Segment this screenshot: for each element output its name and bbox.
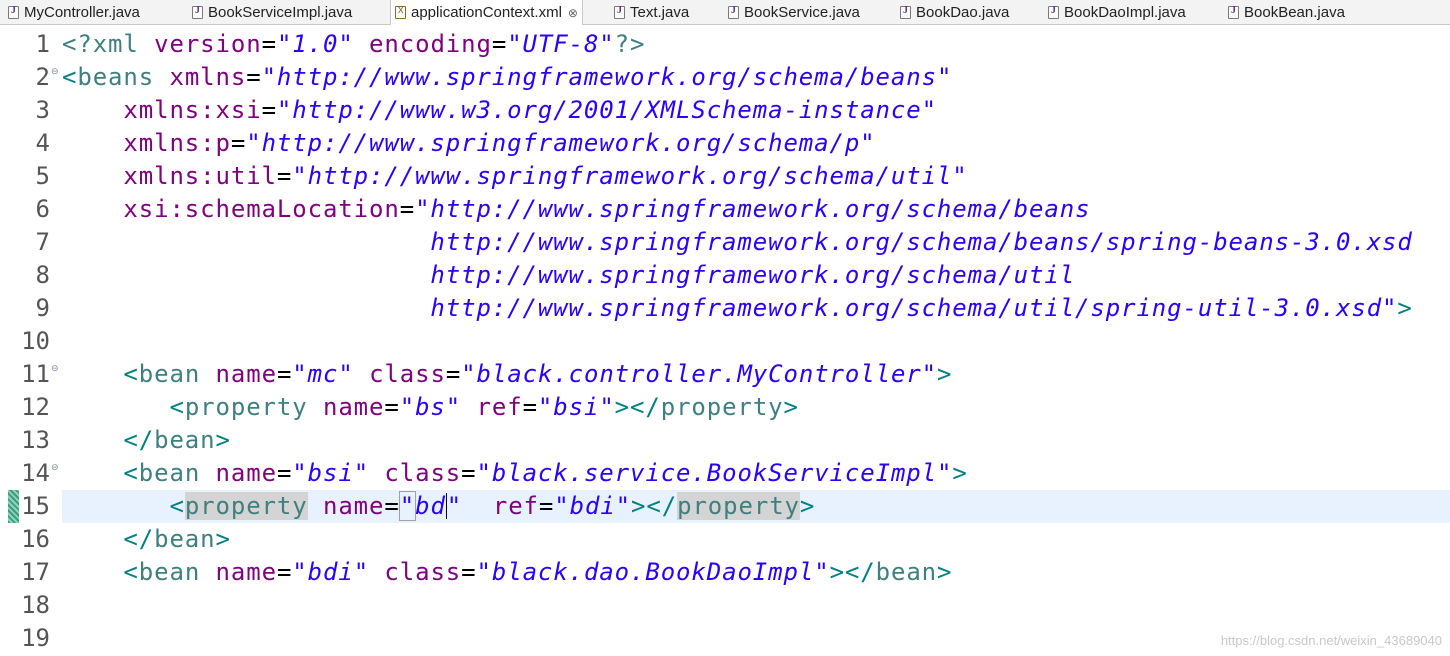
java-file-icon [614,5,625,19]
line-number: 10 [21,327,50,355]
code-text: </bean> [123,525,231,553]
code-line[interactable]: 18 [0,589,1450,622]
line-number: 6 [35,195,50,223]
code-line[interactable]: 9 http://www.springframework.org/schema/… [0,292,1450,325]
code-line-current[interactable]: 15 <property name="bd" ref="bdi"></prope… [0,490,1450,523]
code-text: <?xml version="1.0" encoding="UTF-8"?> [62,30,646,58]
code-text: xsi:schemaLocation="http://www.springfra… [123,195,1091,223]
xml-editor[interactable]: 1 <?xml version="1.0" encoding="UTF-8"?>… [0,28,1450,656]
line-number: 14 [21,459,50,487]
line-number: 4 [35,129,50,157]
code-line[interactable]: 3 xmlns:xsi="http://www.w3.org/2001/XMLS… [0,94,1450,127]
xml-file-icon [395,4,406,19]
code-text: xmlns:util="http://www.springframework.o… [123,162,968,190]
code-line[interactable]: 2 ⊖ <beans xmlns="http://www.springframe… [0,61,1450,94]
line-number: 9 [35,294,50,322]
line-number: 15 [21,492,50,520]
line-number: 12 [21,393,50,421]
code-line[interactable]: 17 <bean name="bdi" class="black.dao.Boo… [0,556,1450,589]
code-line[interactable]: 6 xsi:schemaLocation="http://www.springf… [0,193,1450,226]
tab-mycontroller-java[interactable]: MyController.java [8,0,140,24]
code-line[interactable]: 13 </bean> [0,424,1450,457]
line-number: 1 [35,30,50,58]
tab-label: BookDaoImpl.java [1064,3,1186,21]
code-line[interactable]: 10 [0,325,1450,358]
code-text: <property name="bs" ref="bsi"></property… [169,393,799,421]
line-number: 13 [21,426,50,454]
code-line[interactable]: 11 ⊖ <bean name="mc" class="black.contro… [0,358,1450,391]
line-number: 5 [35,162,50,190]
java-file-icon [1228,5,1239,19]
code-text: <bean name="bsi" class="black.service.Bo… [123,459,968,487]
watermark: https://blog.csdn.net/weixin_43689040 [1220,633,1442,648]
editor-tab-bar: MyController.java BookServiceImpl.java a… [0,0,1450,25]
line-number: 8 [35,261,50,289]
line-number: 11 [21,360,50,388]
code-text: xmlns:p="http://www.springframework.org/… [123,129,876,157]
line-number: 19 [21,624,50,652]
tab-bookservice-java[interactable]: BookService.java [728,0,860,24]
java-file-icon [728,5,739,19]
tab-label: applicationContext.xml [411,4,562,21]
tab-bookbean-java[interactable]: BookBean.java [1228,0,1345,24]
line-number: 16 [21,525,50,553]
code-line[interactable]: 4 xmlns:p="http://www.springframework.or… [0,127,1450,160]
code-text: <beans xmlns="http://www.springframework… [62,63,953,91]
code-line[interactable]: 5 xmlns:util="http://www.springframework… [0,160,1450,193]
tab-bookdao-java[interactable]: BookDao.java [900,0,1009,24]
tab-label: BookServiceImpl.java [208,3,353,21]
code-text: http://www.springframework.org/schema/ut… [430,294,1413,322]
code-text: http://www.springframework.org/schema/ut… [430,261,1076,289]
java-file-icon [8,5,19,19]
code-text: http://www.springframework.org/schema/be… [430,228,1413,256]
code-line[interactable]: 12 <property name="bs" ref="bsi"></prope… [0,391,1450,424]
fold-collapse-icon[interactable]: ⊖ [51,463,59,473]
java-file-icon [1048,5,1059,19]
code-line[interactable]: 16 </bean> [0,523,1450,556]
tab-bookserviceimpl-java[interactable]: BookServiceImpl.java [192,0,352,24]
tab-label: Text.java [630,3,690,21]
line-number: 7 [35,228,50,256]
code-line[interactable]: 8 http://www.springframework.org/schema/… [0,259,1450,292]
tab-applicationcontext-xml[interactable]: applicationContext.xml ⊗ [390,0,583,25]
tab-bookdaoimpl-java[interactable]: BookDaoImpl.java [1048,0,1186,24]
code-text: <bean name="bdi" class="black.dao.BookDa… [123,558,953,586]
code-text: <property name="bd" ref="bdi"></property… [169,491,816,521]
code-line[interactable]: 7 http://www.springframework.org/schema/… [0,226,1450,259]
fold-collapse-icon[interactable]: ⊖ [51,67,59,77]
code-text: xmlns:xsi="http://www.w3.org/2001/XMLSch… [123,96,937,124]
line-number: 3 [35,96,50,124]
tab-label: BookService.java [744,3,860,21]
fold-collapse-icon[interactable]: ⊖ [51,364,59,374]
close-icon[interactable]: ⊗ [568,7,578,19]
java-file-icon [900,5,911,19]
tab-label: BookDao.java [916,3,1010,21]
tab-label: MyController.java [24,3,140,21]
line-number: 17 [21,558,50,586]
java-file-icon [192,5,203,19]
tab-label: BookBean.java [1244,3,1345,21]
code-line[interactable]: 1 <?xml version="1.0" encoding="UTF-8"?> [0,28,1450,61]
line-number: 18 [21,591,50,619]
code-text: <bean name="mc" class="black.controller.… [123,360,953,388]
tab-text-java[interactable]: Text.java [614,0,689,24]
line-number: 2 [35,63,50,91]
code-line[interactable]: 14 ⊖ <bean name="bsi" class="black.servi… [0,457,1450,490]
code-text: </bean> [123,426,231,454]
